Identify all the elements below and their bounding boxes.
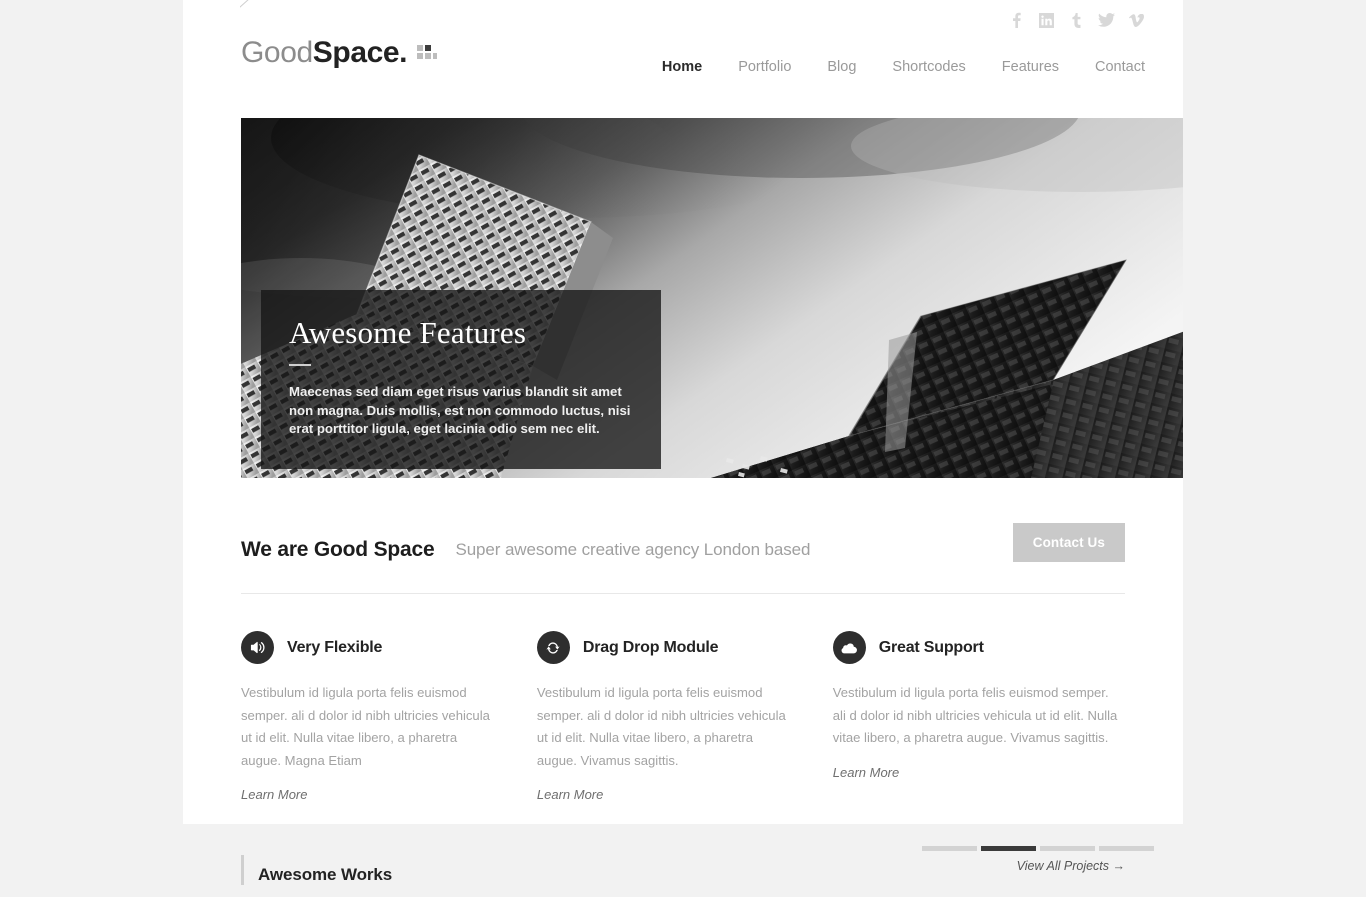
- slider-pagination: [922, 846, 1154, 851]
- nav-item-shortcodes[interactable]: Shortcodes: [874, 56, 983, 78]
- feature-body: Vestibulum id ligula porta felis euismod…: [832, 685, 1118, 745]
- nav-item-blog[interactable]: Blog: [809, 56, 874, 78]
- main-navigation: Home Portfolio Blog Shortcodes Features …: [644, 56, 1145, 78]
- slider-pager-bar-4[interactable]: [1099, 846, 1154, 851]
- slider-pager-bar-2[interactable]: [981, 846, 1036, 851]
- feature-title: Drag Drop Module: [582, 638, 719, 656]
- intro-heading: We are Good Space: [241, 537, 435, 561]
- awesome-works-header: Awesome Works View All Projects →: [241, 853, 1125, 897]
- feature-column-drag-drop-module: Drag Drop Module Vestibulum id ligula po…: [536, 631, 833, 804]
- hero-caption: Awesome Features Maecenas sed diam eget …: [261, 290, 661, 469]
- feature-header: Great Support: [832, 631, 1125, 664]
- intro-tagline: Super awesome creative agency London bas…: [455, 539, 811, 559]
- nav-item-features[interactable]: Features: [984, 56, 1077, 78]
- hero-caption-rule: [289, 364, 311, 367]
- nav-item-contact[interactable]: Contact: [1077, 56, 1145, 78]
- features-row: Very Flexible Vestibulum id ligula porta…: [241, 594, 1125, 804]
- page-gutter-right: [1183, 0, 1366, 824]
- logo-text-light: Good: [241, 36, 313, 69]
- feature-body: Vestibulum id ligula porta felis euismod…: [241, 685, 490, 768]
- view-all-projects-link[interactable]: View All Projects →: [1017, 859, 1125, 873]
- hero-caption-text: Maecenas sed diam eget risus varius blan…: [289, 384, 631, 437]
- learn-more-link[interactable]: Learn More: [537, 787, 603, 802]
- feature-body: Vestibulum id ligula porta felis euismod…: [536, 685, 786, 768]
- works-heading: Awesome Works: [258, 865, 393, 884]
- slider-pager-bar-1[interactable]: [922, 846, 977, 851]
- feature-header: Very Flexible: [241, 631, 495, 664]
- feature-title: Very Flexible: [287, 638, 383, 656]
- contact-us-button[interactable]: Contact Us: [1012, 523, 1125, 562]
- site-logo[interactable]: GoodSpace.: [241, 36, 438, 69]
- hero-caption-title: Awesome Features: [289, 315, 527, 350]
- learn-more-link[interactable]: Learn More: [241, 787, 307, 802]
- nav-item-home[interactable]: Home: [644, 56, 720, 78]
- feature-header: Drag Drop Module: [536, 631, 791, 664]
- intro-strip: We are Good Space Super awesome creative…: [241, 478, 1125, 571]
- feature-title: Great Support: [878, 638, 984, 656]
- hero-slider[interactable]: Awesome Features Maecenas sed diam eget …: [241, 118, 1183, 478]
- page-container: GoodSpace. Home Portfolio Blog Shortcode…: [183, 0, 1183, 885]
- learn-more-link[interactable]: Learn More: [833, 765, 899, 780]
- page-gutter-left: [0, 0, 183, 824]
- feature-column-very-flexible: Very Flexible Vestibulum id ligula porta…: [241, 631, 537, 804]
- nav-item-portfolio[interactable]: Portfolio: [720, 56, 809, 78]
- refresh-reload-icon: [536, 631, 570, 664]
- feature-column-great-support: Great Support Vestibulum id ligula porta…: [832, 631, 1125, 804]
- slider-pager-bar-3[interactable]: [1040, 846, 1095, 851]
- speaker-volume-icon: [241, 631, 274, 664]
- grid-squares-icon: [417, 45, 438, 65]
- site-header: GoodSpace. Home Portfolio Blog Shortcode…: [212, 0, 1154, 118]
- logo-text: GoodSpace.: [241, 36, 408, 69]
- cloud-icon: [832, 631, 866, 664]
- section-accent-bar: [241, 855, 244, 885]
- content-container: GoodSpace. Home Portfolio Blog Shortcode…: [212, 0, 1183, 897]
- logo-text-bold: Space.: [312, 36, 408, 69]
